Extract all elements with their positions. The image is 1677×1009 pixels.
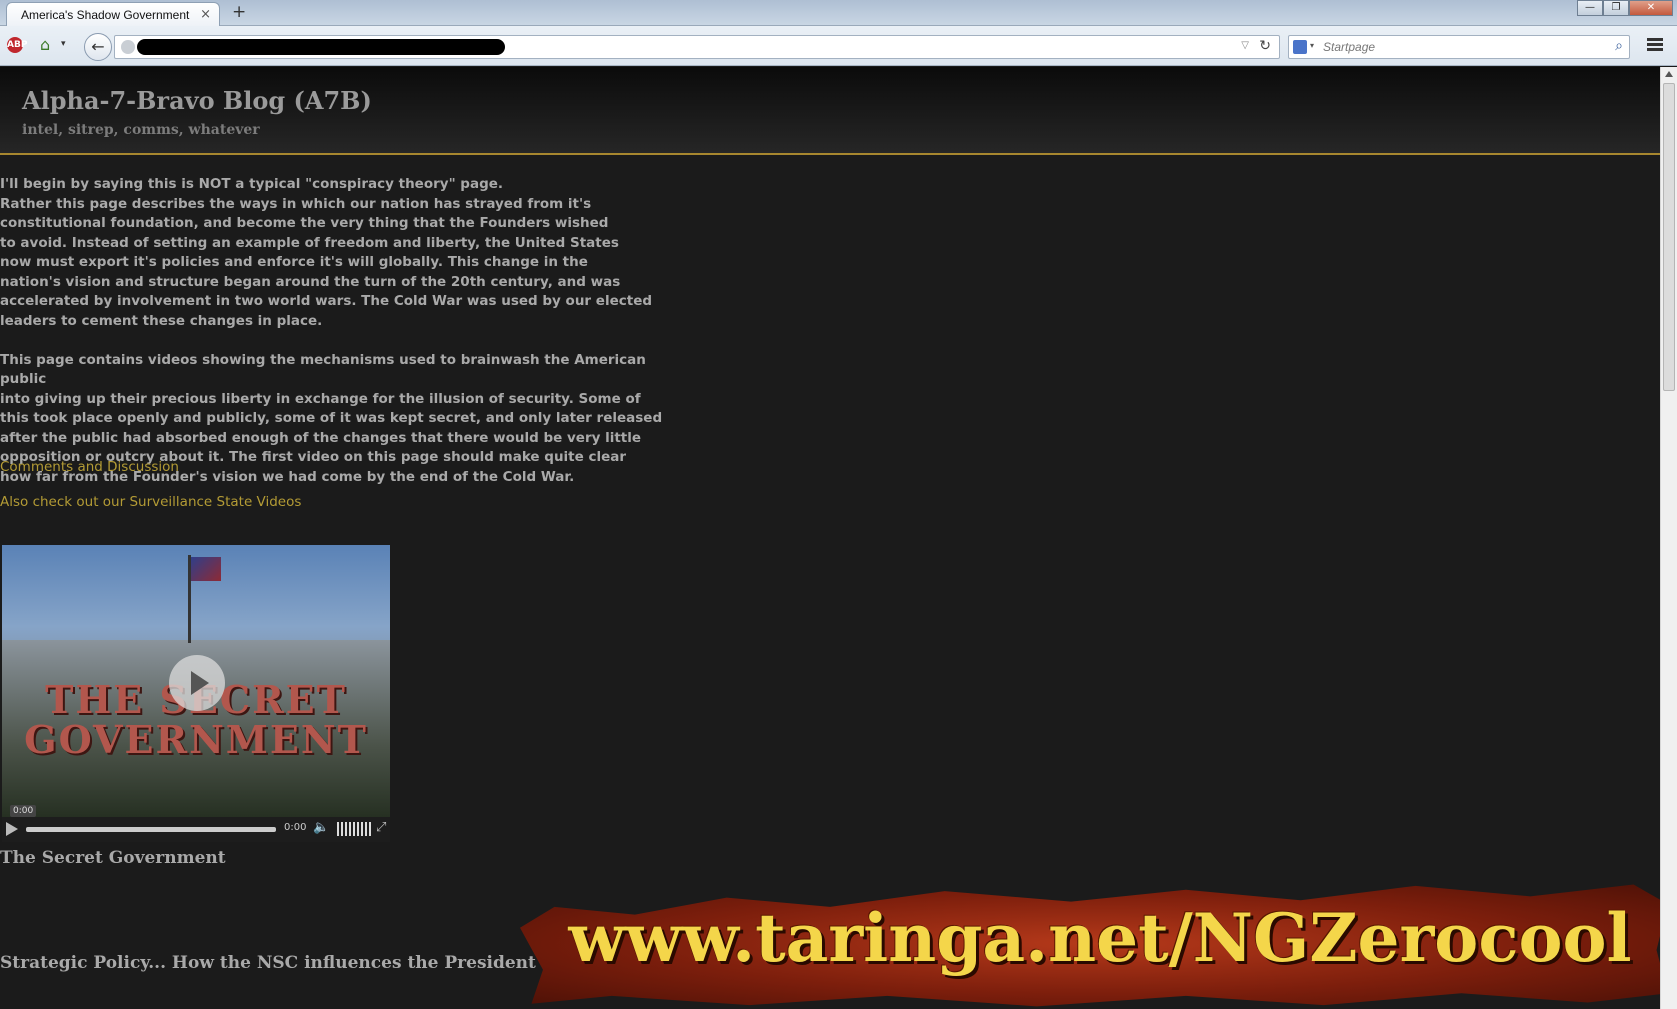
intro-paragraph-1: I'll begin by saying this is NOT a typic… [0,176,653,329]
vertical-scrollbar[interactable] [1660,67,1677,1009]
adblock-icon[interactable]: ABP [7,37,27,53]
scroll-up-icon[interactable] [1665,71,1673,77]
volume-slider[interactable] [337,822,371,836]
blog-header: Alpha-7-Bravo Blog (A7B) intel, sitrep, … [0,67,1660,155]
video-thumbnail[interactable]: THE SECRET GOVERNMENT [2,545,390,817]
search-engine-icon[interactable] [1293,40,1307,54]
seek-bar[interactable] [26,827,276,832]
window-controls: — ❐ ✕ [1577,0,1673,18]
navigation-toolbar: ABP ⌂ ▾ ← ▽ ↻ ▾ Startpage ⌕ [0,26,1677,66]
video-caption: The Secret Government [0,848,226,868]
tab-strip: America's Shadow Government × + — ❐ ✕ [0,0,1677,26]
blog-tagline: intel, sitrep, comms, whatever [22,122,260,138]
back-arrow-icon: ← [91,37,105,56]
tab-title: America's Shadow Government [21,8,190,22]
site-identity-icon[interactable] [121,40,135,54]
flag-image [191,557,221,581]
close-window-button[interactable]: ✕ [1629,0,1673,16]
time-display: 0:00 [284,822,307,833]
video-controls: 0:00 0:00 🔈 ⤢ [2,805,390,842]
search-input[interactable]: Startpage [1323,40,1375,54]
minimize-button[interactable]: — [1577,0,1603,16]
maximize-button[interactable]: ❐ [1603,0,1629,16]
search-engine-dropdown-icon[interactable]: ▾ [1310,41,1314,50]
intro-text: I'll begin by saying this is NOT a typic… [0,175,680,507]
redacted-url [137,39,505,55]
video-player[interactable]: THE SECRET GOVERNMENT 0:00 0:00 🔈 ⤢ [2,545,390,842]
watermark-text: www.taringa.net/NGZerocool [568,899,1632,977]
hamburger-menu-icon[interactable] [1644,36,1666,56]
search-bar[interactable]: ▾ Startpage ⌕ [1288,35,1630,59]
home-icon[interactable]: ⌂ [40,35,50,54]
magnifier-icon[interactable]: ⌕ [1615,38,1623,54]
scroll-thumb[interactable] [1663,83,1675,391]
new-tab-button[interactable]: + [232,2,246,22]
section-heading: Strategic Policy... How the NSC influenc… [0,953,553,973]
blog-title[interactable]: Alpha-7-Bravo Blog (A7B) [22,86,372,115]
surveillance-videos-link[interactable]: Also check out our Surveillance State Vi… [0,494,301,510]
volume-icon[interactable]: 🔈 [313,820,329,835]
tab-close-icon[interactable]: × [200,7,211,22]
home-dropdown-icon[interactable]: ▾ [61,39,66,49]
url-history-dropdown-icon[interactable]: ▽ [1241,40,1249,51]
tab-active[interactable]: America's Shadow Government × [6,2,220,26]
time-tooltip: 0:00 [10,805,37,817]
back-button[interactable]: ← [84,33,112,61]
play-icon[interactable] [6,822,18,836]
play-overlay-icon[interactable] [169,655,225,711]
fullscreen-icon[interactable]: ⤢ [376,820,386,835]
comments-link[interactable]: Comments and Discussion [0,459,179,475]
web-page: Alpha-7-Bravo Blog (A7B) intel, sitrep, … [0,67,1660,1009]
reload-icon[interactable]: ↻ [1259,38,1271,54]
url-bar[interactable]: ▽ ↻ [114,35,1280,59]
